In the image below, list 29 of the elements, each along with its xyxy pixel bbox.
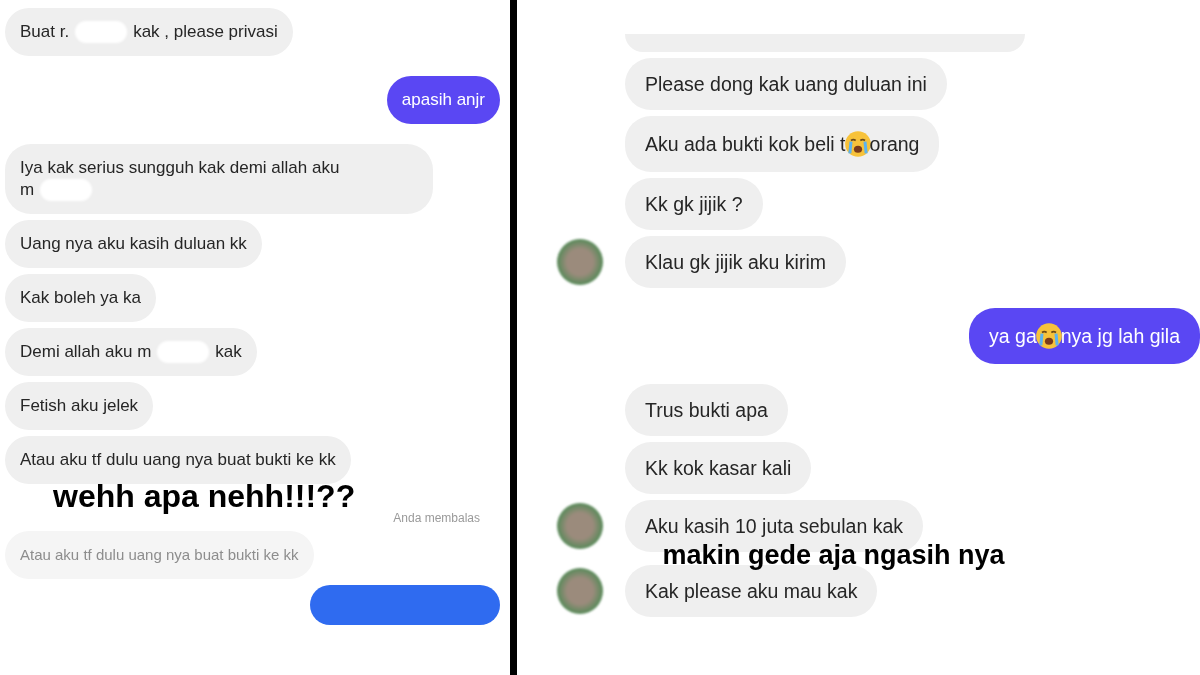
message-text: Atau aku tf dulu uang nya buat bukti ke kk	[20, 545, 299, 565]
avatar-icon[interactable]	[557, 568, 603, 614]
message-text: Trus bukti apa	[645, 398, 768, 422]
message-text: Kak boleh ya ka	[20, 287, 141, 309]
message-text: ya ga	[989, 324, 1037, 348]
message-text: Fetish aku jelek	[20, 395, 139, 417]
message-text: orang	[869, 132, 920, 156]
message-text: Aku kasih 10 juta sebulan kak	[645, 514, 903, 538]
message-text: Kak please aku mau kak	[645, 579, 858, 603]
message-text: Uang nya aku kasih duluan kk	[20, 233, 247, 255]
message-text: Buat r.	[20, 21, 70, 43]
message-text: apasih anjr	[401, 89, 485, 111]
message-text: Kk gk jijik ?	[645, 192, 743, 216]
message-text: m	[20, 179, 35, 201]
message-text: Kk kok kasar kali	[645, 456, 792, 480]
message-text: nya jg lah gila	[1060, 324, 1180, 348]
message-text: Klau gk jijik aku kirim	[645, 250, 826, 274]
message-text: kak , please privasi	[133, 21, 278, 43]
overlay-caption: makin gede aja ngasih nya	[662, 540, 1006, 571]
avatar-icon[interactable]	[557, 239, 603, 285]
message-text: Iya kak serius sungguh kak demi allah aku	[20, 157, 340, 179]
overlay-caption: wehh apa nehh!!!??	[53, 478, 356, 515]
avatar-icon[interactable]	[557, 503, 603, 549]
message-text: Atau aku tf dulu uang nya buat bukti ke kk	[20, 449, 336, 471]
reply-label: Anda membalas	[393, 511, 480, 525]
message-text: Demi allah aku m	[20, 341, 152, 363]
message-text: Aku ada bukti kok beli t	[645, 132, 846, 156]
message-text: kak	[215, 341, 242, 363]
message-text: Please dong kak uang duluan ini	[645, 72, 927, 96]
